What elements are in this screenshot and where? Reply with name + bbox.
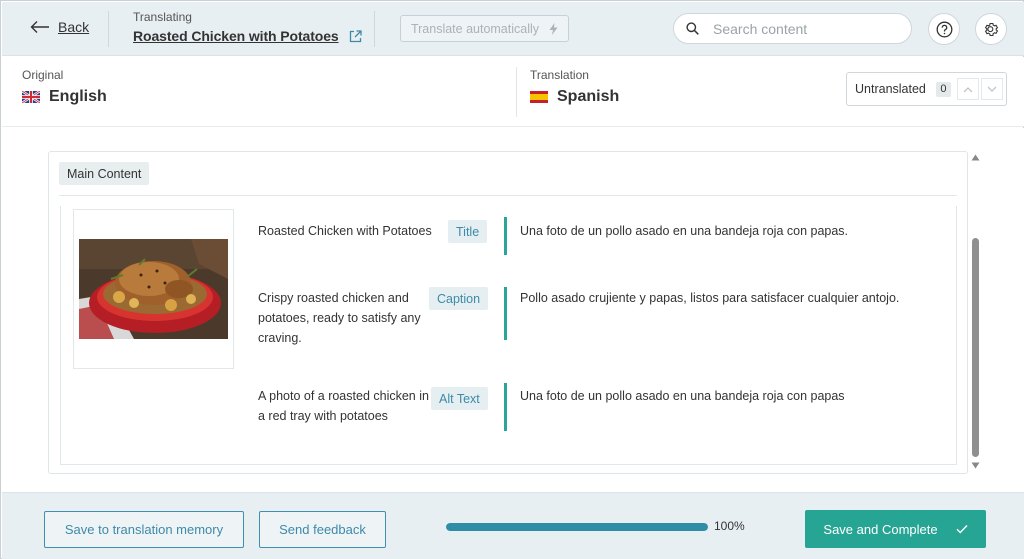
source-text: Crispy roasted chicken and potatoes, rea… <box>258 291 421 345</box>
back-link[interactable]: Back <box>30 19 89 35</box>
original-label: Original <box>22 68 64 82</box>
source-text: A photo of a roasted chicken in a red tr… <box>258 389 429 423</box>
section-label: Main Content <box>59 162 150 185</box>
language-bar: Original English Translation Spanish Unt… <box>2 57 1024 127</box>
status-bar <box>504 287 507 340</box>
translating-label: Translating <box>133 10 192 24</box>
translation-language: Translation Spanish <box>530 68 619 106</box>
settings-button[interactable] <box>975 13 1007 45</box>
progress-fill <box>446 523 708 531</box>
section-body: Roasted Chicken with Potatoes Title Una … <box>60 206 957 465</box>
image-thumbnail[interactable] <box>73 209 234 369</box>
uk-flag-icon <box>22 91 40 103</box>
search-box[interactable] <box>673 13 912 44</box>
app-window: Back Translating Roasted Chicken with Po… <box>0 0 1024 559</box>
top-bar: Back Translating Roasted Chicken with Po… <box>2 2 1024 56</box>
checkmark-icon <box>956 525 968 534</box>
original-language-name: English <box>49 88 107 105</box>
progress-percent: 100% <box>714 519 745 533</box>
food-photo <box>79 239 228 339</box>
back-label: Back <box>58 19 90 35</box>
divider <box>516 67 517 117</box>
field-type-badge: Alt Text <box>431 387 488 410</box>
scroll-up-icon[interactable] <box>971 154 980 161</box>
help-button[interactable] <box>928 13 960 45</box>
scrollbar-thumb[interactable] <box>972 238 979 457</box>
arrow-left-icon <box>30 21 49 33</box>
status-bar <box>504 383 507 431</box>
original-language: Original English <box>22 68 107 106</box>
external-link-icon[interactable] <box>349 29 362 43</box>
gear-icon <box>984 22 998 36</box>
translation-text[interactable]: Una foto de un pollo asado en una bandej… <box>520 386 845 406</box>
untranslated-filter[interactable]: Untranslated 0 <box>846 72 1007 106</box>
translate-automatically-label: Translate automatically <box>410 21 540 36</box>
save-and-complete-label: Save and Complete <box>823 521 938 537</box>
help-icon <box>936 21 952 37</box>
translation-language-name: Spanish <box>557 88 620 105</box>
divider <box>374 11 375 47</box>
lightning-icon <box>549 22 558 35</box>
untranslated-label: Untranslated <box>855 82 926 96</box>
footer-bar: Save to translation memory Send feedback… <box>2 492 1024 559</box>
progress-bar <box>446 523 708 531</box>
search-input[interactable] <box>713 20 893 37</box>
chevron-up-icon <box>963 86 973 92</box>
translation-label: Translation <box>530 68 589 82</box>
field-type-badge: Caption <box>429 287 489 310</box>
translate-automatically-button[interactable]: Translate automatically <box>400 15 569 42</box>
chevron-down-icon <box>987 86 997 92</box>
untranslated-count: 0 <box>935 81 951 97</box>
content-area: Main Content Roasted Chicken with Potato… <box>2 128 1024 492</box>
scroll-down-icon[interactable] <box>971 462 980 469</box>
source-text: Roasted Chicken with Potatoes <box>258 224 432 238</box>
send-feedback-button[interactable]: Send feedback <box>259 511 386 548</box>
search-icon <box>686 22 699 35</box>
translation-text[interactable]: Una foto de un pollo asado en una bandej… <box>520 221 848 241</box>
previous-untranslated-button[interactable] <box>956 78 979 100</box>
document-title-link[interactable]: Roasted Chicken with Potatoes <box>133 28 339 44</box>
spain-flag-icon <box>530 91 548 103</box>
content-panel: Main Content Roasted Chicken with Potato… <box>48 151 968 474</box>
divider <box>108 11 109 47</box>
field-type-badge: Title <box>448 220 488 243</box>
status-bar <box>504 217 507 255</box>
divider <box>59 195 957 196</box>
save-to-translation-memory-button[interactable]: Save to translation memory <box>44 511 244 548</box>
document-info: Translating Roasted Chicken with Potatoe… <box>133 10 362 44</box>
save-and-complete-button[interactable]: Save and Complete <box>805 510 986 548</box>
next-untranslated-button[interactable] <box>980 78 1003 100</box>
translation-text[interactable]: Pollo asado crujiente y papas, listos pa… <box>520 288 899 308</box>
